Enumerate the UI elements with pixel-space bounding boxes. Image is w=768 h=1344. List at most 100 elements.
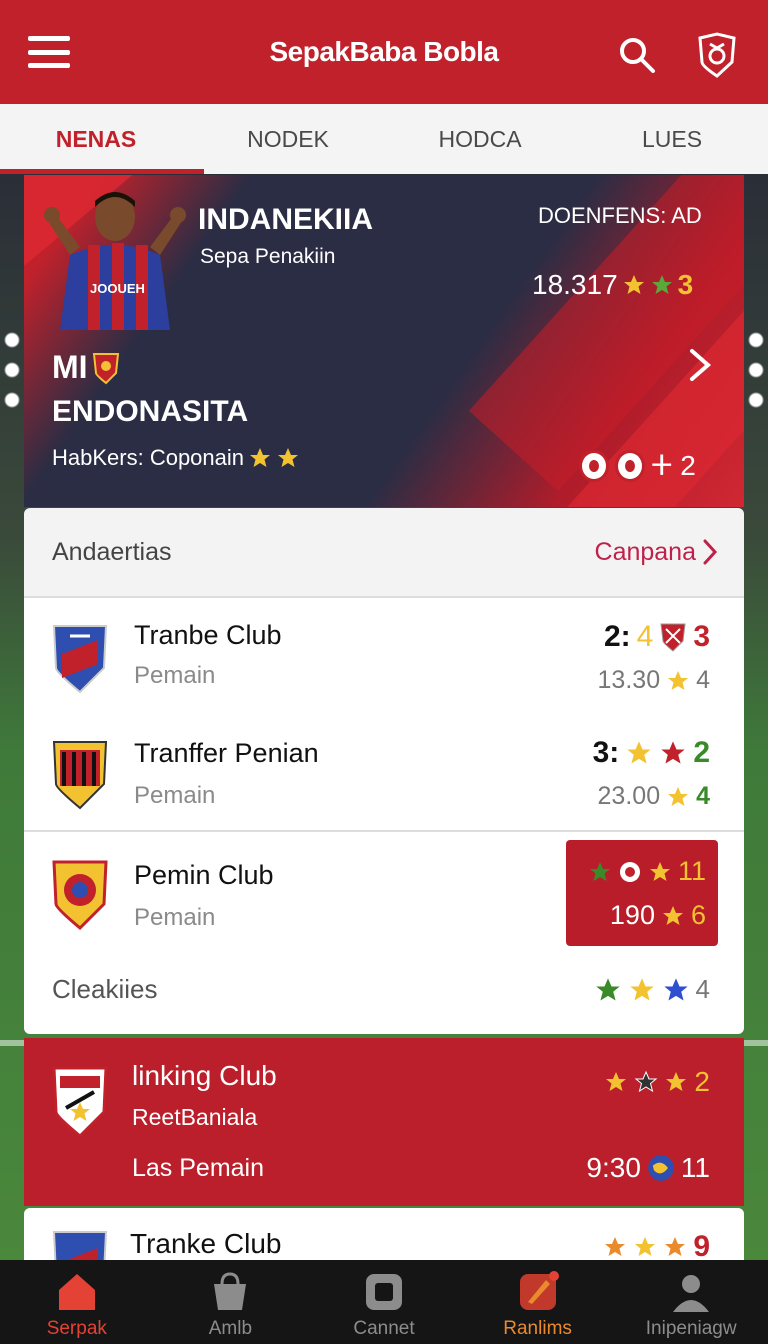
section-header: Andaertias Canpana xyxy=(24,508,744,598)
gold-star-icon xyxy=(668,670,689,690)
footer-row-label[interactable]: Cleakiies xyxy=(52,974,158,1005)
green-star-icon xyxy=(589,861,610,881)
camera-icon xyxy=(365,1274,402,1310)
tab-lues[interactable]: LUES xyxy=(576,104,768,174)
club-description: Las Pemain xyxy=(132,1154,265,1182)
rating-count: 4 xyxy=(696,782,710,810)
hero-title-text1: MI xyxy=(52,349,88,385)
hero-score-count: 3 xyxy=(677,269,694,300)
nav-label: Amlb xyxy=(208,1318,253,1339)
gold-star-icon xyxy=(278,448,299,467)
list-item[interactable]: Tranke Club 9 xyxy=(24,1208,744,1268)
nav-label: Inipeniagw xyxy=(645,1318,737,1339)
nav-item-ranlims[interactable]: Ranlims xyxy=(461,1260,615,1344)
club-name: Tranke Club xyxy=(130,1228,282,1259)
club-subtitle: Pemain xyxy=(134,904,216,931)
tab-nenas[interactable]: NENAS xyxy=(0,104,204,174)
player-photo: JOOUEH xyxy=(44,192,186,330)
chevron-right-icon[interactable] xyxy=(688,347,712,383)
section-title: Andaertias xyxy=(52,538,172,566)
gold-star-icon xyxy=(635,1237,656,1256)
club-list: Tranbe Club Pemain 2: 4 3 13.30 4 Tranff… xyxy=(24,598,744,1034)
rating-value: 13.30 xyxy=(597,666,661,694)
highlight-value: 11 xyxy=(677,856,706,886)
gold-star-icon xyxy=(649,861,670,881)
tab-hodca[interactable]: HODCA xyxy=(384,104,576,174)
highlight-value: 6 xyxy=(690,900,706,930)
player-subtitle: Sepa Penakiin xyxy=(200,245,336,268)
nav-item-profile[interactable]: Inipeniagw xyxy=(614,1260,768,1344)
gold-star-icon xyxy=(623,275,644,294)
hero-description: HabKers: Coponain xyxy=(52,445,300,471)
club-subtitle: Pemain xyxy=(134,662,216,689)
hero-badge-count: ⵜ 2 xyxy=(651,450,696,481)
search-icon[interactable] xyxy=(618,36,656,74)
profile-icon xyxy=(673,1275,710,1312)
nav-item-serpak[interactable]: Serpak xyxy=(0,1260,154,1344)
gold-star-icon xyxy=(627,741,651,764)
menu-button[interactable] xyxy=(28,36,70,68)
ball-badge-icon xyxy=(615,449,645,482)
gold-star-icon xyxy=(250,448,271,467)
red-star-icon xyxy=(661,741,685,764)
gold-star-icon xyxy=(606,1072,627,1091)
highlight-line-1: 11 xyxy=(588,856,706,887)
green-star-icon xyxy=(651,275,672,294)
club-crest-icon xyxy=(52,860,108,931)
club-name: Pemin Club xyxy=(134,860,274,890)
gold-star-icon xyxy=(629,977,654,1000)
score-value: 3 xyxy=(693,620,710,653)
nav-item-amlb[interactable]: Amlb xyxy=(154,1260,308,1344)
gold-star-icon xyxy=(666,1072,687,1091)
footer-row-count: 4 xyxy=(695,974,710,1004)
app-header: SepakBaba Bobla xyxy=(0,0,768,104)
score-value: 2: xyxy=(603,620,631,653)
green-star-icon xyxy=(595,977,620,1000)
highlight-score-box[interactable]: 11 190 6 xyxy=(566,840,718,946)
shop-icon xyxy=(214,1272,247,1310)
bottom-navigation: Serpak Amlb Cannet Ranlims Inipeniagw xyxy=(0,1260,768,1344)
club-time: 9:30 11 xyxy=(586,1152,710,1184)
rocket-icon xyxy=(519,1271,559,1310)
club-crest-icon xyxy=(92,352,119,384)
list-item[interactable]: Tranbe Club Pemain 2: 4 3 13.30 4 xyxy=(24,598,744,716)
score-value: 4 xyxy=(636,620,654,653)
club-name: Tranffer Penian xyxy=(134,738,319,768)
nav-label: Ranlims xyxy=(503,1318,572,1339)
club-score: 3: 2 xyxy=(593,736,710,770)
time-value: 9:30 xyxy=(586,1152,641,1183)
gold-star-icon xyxy=(662,905,683,925)
dark-star-icon xyxy=(635,1070,658,1093)
home-icon xyxy=(58,1274,95,1310)
hero-description-text: HabKers: Coponain xyxy=(52,445,245,470)
featured-match-card[interactable]: JOOUEH INDANEKIIA Sepa Penakiin DOENFENS… xyxy=(24,175,744,507)
player-name: INDANEKIIA xyxy=(198,203,374,236)
list-item[interactable]: Tranffer Penian Pemain 3: 2 23.00 4 xyxy=(24,716,744,830)
score-value: 2 xyxy=(693,736,710,769)
club-stars: 2 xyxy=(604,1066,710,1098)
orange-star-icon xyxy=(605,1237,626,1256)
star-count: 9 xyxy=(693,1230,710,1263)
club-crest-icon xyxy=(660,623,686,652)
club-score: 2: 4 3 xyxy=(604,620,710,654)
chevron-right-icon[interactable] xyxy=(702,538,718,566)
orange-star-icon xyxy=(665,1237,686,1256)
shield-icon[interactable] xyxy=(696,32,738,78)
section-link[interactable]: Canpana xyxy=(595,538,696,567)
club-crest-icon xyxy=(52,1066,108,1139)
hero-title-line1: MI xyxy=(52,349,120,386)
club-crest-icon xyxy=(52,741,108,810)
tab-nodek[interactable]: NODEK xyxy=(192,104,384,174)
shirt-sponsor-text: JOOUEH xyxy=(90,281,145,296)
club-subtitle: Pemain xyxy=(134,782,216,809)
nav-item-cannet[interactable]: Cannet xyxy=(307,1260,461,1344)
star-count: 2 xyxy=(694,1066,710,1097)
stadium-lights-left xyxy=(0,330,24,420)
gold-star-icon xyxy=(668,786,689,806)
nav-label: Serpak xyxy=(46,1318,107,1339)
tab-bar: NENAS NODEK HODCA LUES xyxy=(0,104,768,174)
featured-club-card[interactable]: linking Club ReetBaniala Las Pemain 2 9:… xyxy=(24,1038,744,1206)
rating-count: 4 xyxy=(696,666,710,694)
club-rating: 13.30 4 xyxy=(598,666,710,695)
hero-score-value: 18.317 xyxy=(532,269,618,300)
